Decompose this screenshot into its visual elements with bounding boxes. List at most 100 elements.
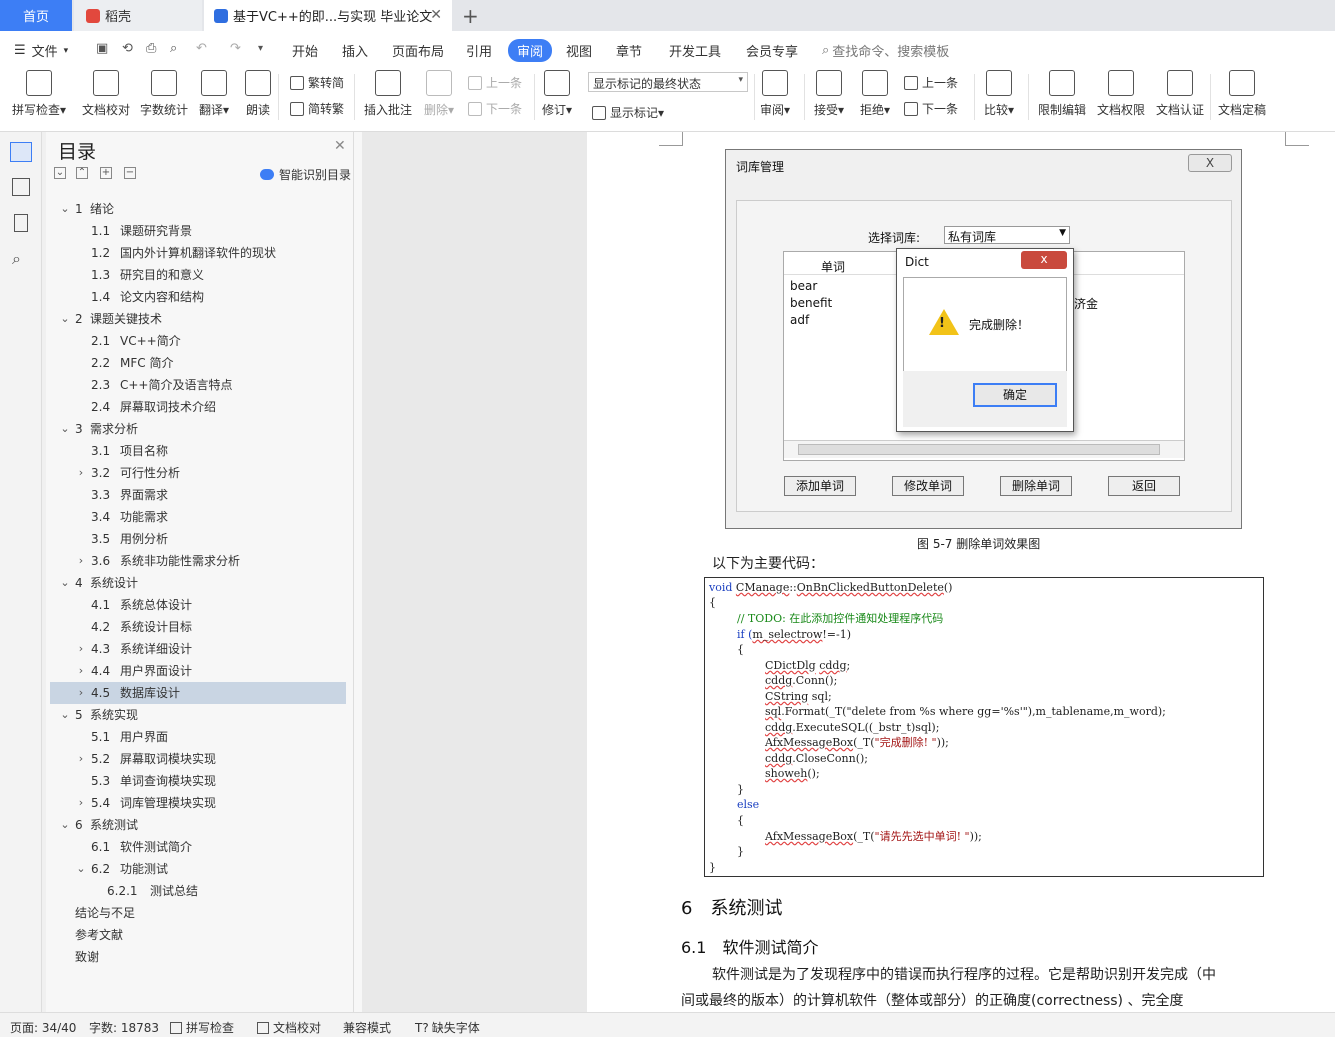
- collapse-all-icon[interactable]: ⌄: [54, 167, 66, 179]
- print-icon[interactable]: ⎙: [146, 41, 156, 56]
- tab-document[interactable]: 基于VC++的即...与实现 毕业论文 ✕: [204, 0, 452, 31]
- reject-button[interactable]: 拒绝▾: [860, 70, 890, 118]
- menu-member[interactable]: 会员专享: [746, 41, 798, 60]
- toc-item[interactable]: ⌄ 6.2 功能测试: [50, 858, 346, 880]
- accept-button[interactable]: 接受▾: [814, 70, 844, 118]
- toc-item[interactable]: ⌄ 6 系统测试: [50, 814, 346, 836]
- file-menu[interactable]: ☰ 文件 ▾: [14, 41, 68, 60]
- toc-item[interactable]: 2.1 VC++简介: [50, 330, 346, 352]
- toc-item[interactable]: › 5.2 屏幕取词模块实现: [50, 748, 346, 770]
- toc-item[interactable]: 致谢: [50, 946, 346, 968]
- toc-item[interactable]: 3.3 界面需求: [50, 484, 346, 506]
- menu-page-layout[interactable]: 页面布局: [392, 41, 444, 60]
- simp-to-trad-button[interactable]: 简转繁: [290, 100, 344, 117]
- delete-comment-button[interactable]: 删除▾: [424, 70, 454, 118]
- chevron-right-icon[interactable]: ›: [75, 792, 87, 814]
- toc-item[interactable]: › 4.3 系统详细设计: [50, 638, 346, 660]
- toc-item[interactable]: 参考文献: [50, 924, 346, 946]
- chevron-down-icon[interactable]: ⌄: [59, 572, 71, 594]
- toc-item[interactable]: ⌄ 1 绪论: [50, 198, 346, 220]
- review-pane-button[interactable]: 审阅▾: [760, 70, 790, 118]
- chevron-right-icon[interactable]: ›: [75, 748, 87, 770]
- word-count-button[interactable]: 字数统计: [140, 70, 188, 118]
- doc-rights-button[interactable]: 文档权限: [1097, 70, 1145, 118]
- menu-insert[interactable]: 插入: [342, 41, 368, 60]
- next-change-button[interactable]: 下一条: [904, 100, 958, 117]
- toc-item[interactable]: 3.5 用例分析: [50, 528, 346, 550]
- status-doc-proof[interactable]: 文档校对: [257, 1019, 321, 1036]
- tab-daoke[interactable]: 稻壳: [74, 0, 202, 31]
- toc-item[interactable]: 1.4 论文内容和结构: [50, 286, 346, 308]
- doc-proof-button[interactable]: 文档校对: [82, 70, 130, 118]
- menu-chapter[interactable]: 章节: [616, 41, 642, 60]
- toc-item[interactable]: ⌄ 5 系统实现: [50, 704, 346, 726]
- menu-review[interactable]: 审阅: [508, 39, 553, 62]
- toc-item[interactable]: 5.3 单词查询模块实现: [50, 770, 346, 792]
- prev-change-button[interactable]: 上一条: [904, 74, 958, 91]
- toc-item[interactable]: 2.4 屏幕取词技术介绍: [50, 396, 346, 418]
- toc-item[interactable]: 2.2 MFC 简介: [50, 352, 346, 374]
- toc-item[interactable]: 4.1 系统总体设计: [50, 594, 346, 616]
- nav-pane-icon[interactable]: [12, 178, 30, 196]
- chevron-down-icon[interactable]: ⌄: [59, 704, 71, 726]
- redo-icon[interactable]: ↷: [230, 41, 241, 56]
- chevron-right-icon[interactable]: ›: [75, 462, 87, 484]
- toc-item[interactable]: 结论与不足: [50, 902, 346, 924]
- doc-final-button[interactable]: 文档定稿: [1218, 70, 1266, 118]
- word-count-indicator[interactable]: 字数: 18783: [89, 1019, 159, 1036]
- search-icon[interactable]: ⌕: [12, 250, 30, 268]
- toc-item[interactable]: › 4.5 数据库设计: [50, 682, 346, 704]
- add-heading-icon[interactable]: +: [100, 167, 112, 179]
- prev-comment-button[interactable]: 上一条: [468, 74, 522, 91]
- chevron-down-icon[interactable]: ⌄: [59, 198, 71, 220]
- menu-start[interactable]: 开始: [292, 41, 318, 60]
- toc-item[interactable]: 1.1 课题研究背景: [50, 220, 346, 242]
- smart-toc-button[interactable]: 智能识别目录: [260, 166, 351, 183]
- toc-item[interactable]: ⌄ 3 需求分析: [50, 418, 346, 440]
- remove-heading-icon[interactable]: −: [124, 167, 136, 179]
- toc-item[interactable]: 1.3 研究目的和意义: [50, 264, 346, 286]
- toc-item[interactable]: 6.2.1 测试总结: [50, 880, 346, 902]
- missing-font-indicator[interactable]: T? 缺失字体: [415, 1019, 480, 1036]
- toc-item[interactable]: 3.4 功能需求: [50, 506, 346, 528]
- tab-home[interactable]: 首页: [0, 0, 72, 31]
- toc-item[interactable]: 6.1 软件测试简介: [50, 836, 346, 858]
- spell-check-button[interactable]: 拼写检查▾: [12, 70, 66, 118]
- menu-references[interactable]: 引用: [466, 41, 492, 60]
- chevron-down-icon[interactable]: ⌄: [59, 308, 71, 330]
- print-preview-icon[interactable]: ⌕: [170, 41, 177, 56]
- close-icon[interactable]: ✕: [430, 7, 442, 23]
- compat-mode-indicator[interactable]: 兼容模式: [343, 1019, 391, 1036]
- format-painter-icon[interactable]: ⟲: [122, 41, 133, 56]
- restrict-edit-button[interactable]: 限制编辑: [1038, 70, 1086, 118]
- toc-item[interactable]: › 5.4 词库管理模块实现: [50, 792, 346, 814]
- status-spell-check[interactable]: 拼写检查: [170, 1019, 234, 1036]
- save-icon[interactable]: ▣: [96, 41, 108, 56]
- toc-item[interactable]: › 3.6 系统非功能性需求分析: [50, 550, 346, 572]
- next-comment-button[interactable]: 下一条: [468, 100, 522, 117]
- toc-item[interactable]: › 4.4 用户界面设计: [50, 660, 346, 682]
- markup-state-select[interactable]: 显示标记的最终状态 ▾: [588, 72, 748, 92]
- toc-panel-icon[interactable]: [10, 142, 32, 162]
- menu-dev-tools[interactable]: 开发工具: [669, 41, 721, 60]
- toc-item[interactable]: 5.1 用户界面: [50, 726, 346, 748]
- quick-access-dropdown-icon[interactable]: ▾: [258, 43, 263, 54]
- page-indicator[interactable]: 页面: 34/40: [10, 1019, 76, 1036]
- insert-comment-button[interactable]: 插入批注: [364, 70, 412, 118]
- chevron-right-icon[interactable]: ›: [75, 660, 87, 682]
- compare-button[interactable]: 比较▾: [984, 70, 1014, 118]
- menu-view[interactable]: 视图: [566, 41, 592, 60]
- toc-item[interactable]: 4.2 系统设计目标: [50, 616, 346, 638]
- expand-all-icon[interactable]: ⌃: [76, 167, 88, 179]
- chevron-down-icon[interactable]: ⌄: [59, 418, 71, 440]
- toc-item[interactable]: › 3.2 可行性分析: [50, 462, 346, 484]
- translate-button[interactable]: 翻译▾: [199, 70, 229, 118]
- chevron-down-icon[interactable]: ⌄: [59, 814, 71, 836]
- bookmark-icon[interactable]: [14, 214, 28, 232]
- chevron-right-icon[interactable]: ›: [75, 550, 87, 572]
- chevron-down-icon[interactable]: ⌄: [75, 858, 87, 880]
- toc-item[interactable]: ⌄ 4 系统设计: [50, 572, 346, 594]
- close-icon[interactable]: ✕: [334, 138, 346, 154]
- show-markup-button[interactable]: 显示标记 ▾: [592, 104, 664, 121]
- toc-item[interactable]: 1.2 国内外计算机翻译软件的现状: [50, 242, 346, 264]
